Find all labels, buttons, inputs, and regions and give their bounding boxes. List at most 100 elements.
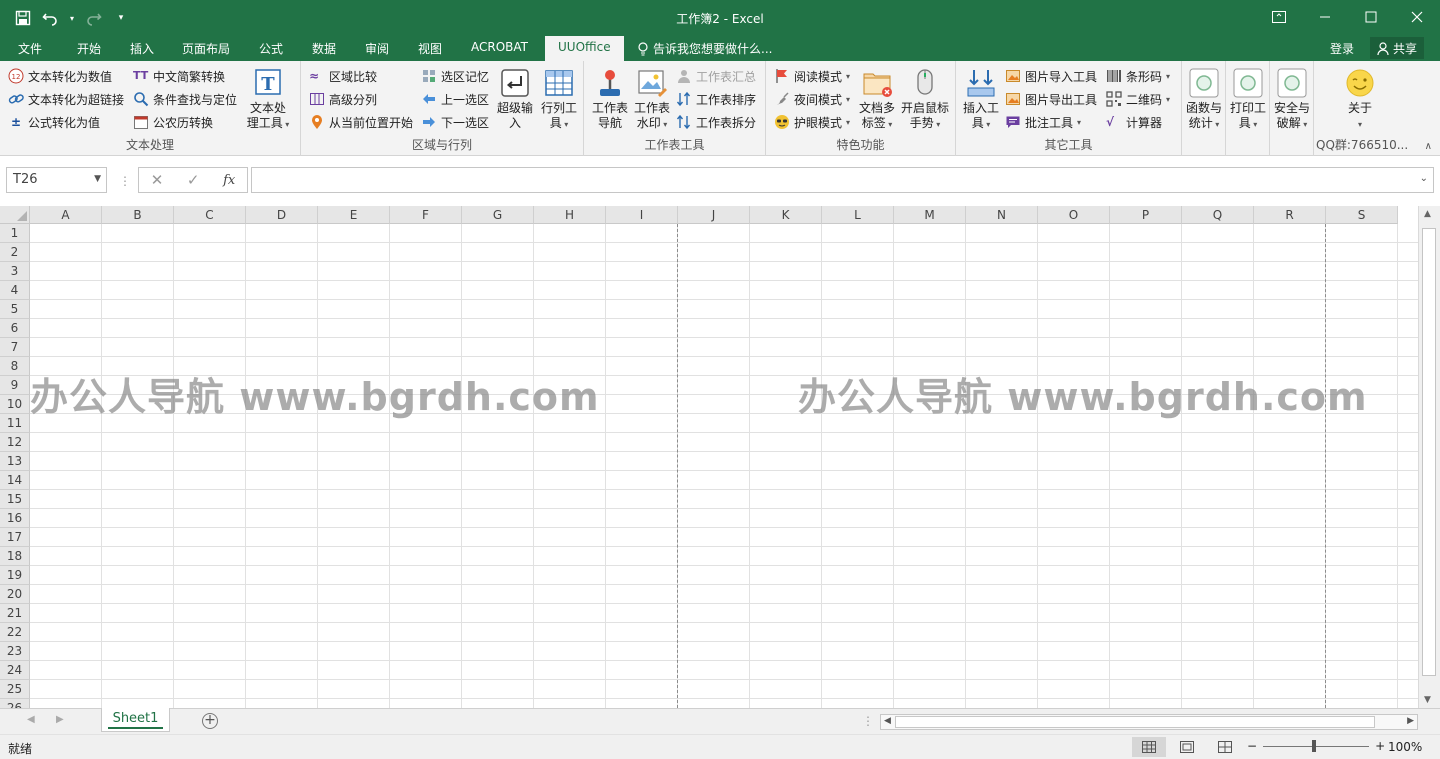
page-layout-view-icon[interactable] (1170, 737, 1204, 757)
row-header[interactable]: 8 (0, 357, 30, 376)
formula-to-value-button[interactable]: ± 公式转化为值 (8, 112, 100, 132)
image-import-button[interactable]: 图片导入工具 (1005, 66, 1097, 86)
row-header[interactable]: 16 (0, 509, 30, 528)
row-header[interactable]: 1 (0, 224, 30, 243)
zoom-track[interactable] (1263, 739, 1370, 752)
cancel-icon[interactable]: ✕ (151, 171, 164, 189)
row-header[interactable]: 10 (0, 395, 30, 414)
customize-qat-icon[interactable]: ▾ (110, 7, 132, 29)
print-tools-button[interactable]: 打印工具 ▾ (1226, 67, 1270, 132)
formula-input[interactable]: ⌄ (251, 167, 1434, 193)
conditional-find-button[interactable]: 条件查找与定位 (133, 89, 237, 109)
row-header[interactable]: 19 (0, 566, 30, 585)
login-link[interactable]: 登录 (1330, 40, 1354, 57)
tab-view[interactable]: 视图 (418, 40, 442, 57)
formula-bar-grip-icon[interactable]: ⋮ (119, 174, 131, 188)
enter-icon[interactable]: ✓ (187, 171, 200, 189)
horizontal-scroll-thumb[interactable] (895, 716, 1375, 728)
row-header[interactable]: 6 (0, 319, 30, 338)
cells-area[interactable] (30, 224, 1418, 708)
tab-page-layout[interactable]: 页面布局 (182, 40, 230, 57)
undo-dropdown-icon[interactable]: ▾ (68, 7, 76, 29)
row-header[interactable]: 7 (0, 338, 30, 357)
column-header[interactable]: M (894, 206, 966, 224)
tab-uuoffice[interactable]: UUOffice (545, 36, 624, 61)
undo-icon[interactable] (40, 7, 62, 29)
row-header[interactable]: 25 (0, 680, 30, 699)
horizontal-scrollbar[interactable]: ◀ ▶ (880, 714, 1418, 730)
add-sheet-icon[interactable]: + (202, 713, 218, 729)
chevron-down-icon[interactable]: ▼ (94, 174, 101, 184)
eye-care-mode-button[interactable]: 护眼模式 ▾ (774, 112, 850, 132)
column-header[interactable]: P (1110, 206, 1182, 224)
row-header[interactable]: 26 (0, 699, 30, 708)
zoom-out-icon[interactable]: − (1247, 739, 1257, 753)
minimize-icon[interactable] (1302, 0, 1348, 34)
vertical-scroll-thumb[interactable] (1422, 228, 1436, 676)
sheet-watermark-button[interactable]: 工作表水印 ▾ (630, 67, 674, 132)
page-break-view-icon[interactable] (1208, 737, 1242, 757)
tab-file[interactable]: 文件 (18, 40, 42, 57)
worksheet-grid[interactable]: ABCDEFGHIJKLMNOPQRS 1 2 3 4 5 6 7 8 9 10 11 12 13 14 1… (0, 206, 1418, 708)
row-header[interactable]: 2 (0, 243, 30, 262)
row-header[interactable]: 22 (0, 623, 30, 642)
column-header[interactable]: E (318, 206, 390, 224)
column-header[interactable]: K (750, 206, 822, 224)
tell-me-search[interactable]: 告诉我您想要做什么... (637, 40, 772, 57)
row-header[interactable]: 9 (0, 376, 30, 395)
tab-formulas[interactable]: 公式 (259, 40, 283, 57)
row-header[interactable]: 15 (0, 490, 30, 509)
scroll-up-icon[interactable]: ▲ (1424, 209, 1431, 219)
comment-tool-button[interactable]: 批注工具 ▾ (1005, 112, 1081, 132)
column-header[interactable]: F (390, 206, 462, 224)
column-header[interactable]: D (246, 206, 318, 224)
sheet-summary-button[interactable]: 工作表汇总 (676, 66, 756, 86)
column-header[interactable]: O (1038, 206, 1110, 224)
collapse-ribbon-icon[interactable]: ∧ (1425, 141, 1432, 152)
sheet-next-icon[interactable]: ▶ (56, 714, 64, 725)
row-header[interactable]: 3 (0, 262, 30, 281)
insert-tool-button[interactable]: 插入工具 ▾ (960, 67, 1002, 132)
image-export-button[interactable]: 图片导出工具 (1005, 89, 1097, 109)
qrcode-button[interactable]: 二维码 ▾ (1106, 89, 1170, 109)
column-header[interactable]: J (678, 206, 750, 224)
redo-icon[interactable] (82, 7, 104, 29)
row-col-tool-button[interactable]: 行列工具 ▾ (537, 67, 581, 132)
zoom-knob[interactable] (1312, 739, 1317, 752)
column-header[interactable]: G (462, 206, 534, 224)
read-mode-button[interactable]: 阅读模式 ▾ (774, 66, 850, 86)
column-header[interactable]: H (534, 206, 606, 224)
sheet-nav-button[interactable]: 工作表导航 (588, 67, 632, 131)
row-header[interactable]: 14 (0, 471, 30, 490)
text-to-hyperlink-button[interactable]: 文本转化为超链接 (8, 89, 124, 109)
sheet-split-button[interactable]: 工作表拆分 (676, 112, 756, 132)
column-header[interactable]: C (174, 206, 246, 224)
night-mode-button[interactable]: 夜间模式 ▾ (774, 89, 850, 109)
row-header[interactable]: 20 (0, 585, 30, 604)
sheet-prev-icon[interactable]: ◀ (27, 714, 35, 725)
column-header[interactable]: B (102, 206, 174, 224)
barcode-button[interactable]: 条形码 ▾ (1106, 66, 1170, 86)
column-header[interactable]: A (30, 206, 102, 224)
calculator-button[interactable]: √ 计算器 (1106, 112, 1162, 132)
row-header[interactable]: 23 (0, 642, 30, 661)
vertical-scrollbar[interactable]: ▲ ▼ (1418, 206, 1440, 708)
tab-split-grip-icon[interactable]: ⋮ (862, 714, 874, 728)
prev-selection-button[interactable]: 上一选区 (421, 89, 489, 109)
doc-tabs-button[interactable]: 文档多标签 ▾ (856, 67, 898, 132)
advanced-split-button[interactable]: 高级分列 (309, 89, 377, 109)
ribbon-display-icon[interactable] (1256, 0, 1302, 34)
mouse-gesture-button[interactable]: 开启鼠标手势 ▾ (899, 67, 951, 132)
column-header[interactable]: R (1254, 206, 1326, 224)
maximize-icon[interactable] (1348, 0, 1394, 34)
name-box[interactable]: T26 ▼ (6, 167, 107, 193)
row-header[interactable]: 24 (0, 661, 30, 680)
zoom-level[interactable]: 100% (1388, 740, 1422, 754)
scroll-left-icon[interactable]: ◀ (884, 716, 891, 726)
column-header[interactable]: N (966, 206, 1038, 224)
column-header[interactable]: Q (1182, 206, 1254, 224)
row-header[interactable]: 5 (0, 300, 30, 319)
row-header[interactable]: 13 (0, 452, 30, 471)
column-header[interactable]: S (1326, 206, 1398, 224)
range-compare-button[interactable]: ≈ 区域比较 (309, 66, 377, 86)
